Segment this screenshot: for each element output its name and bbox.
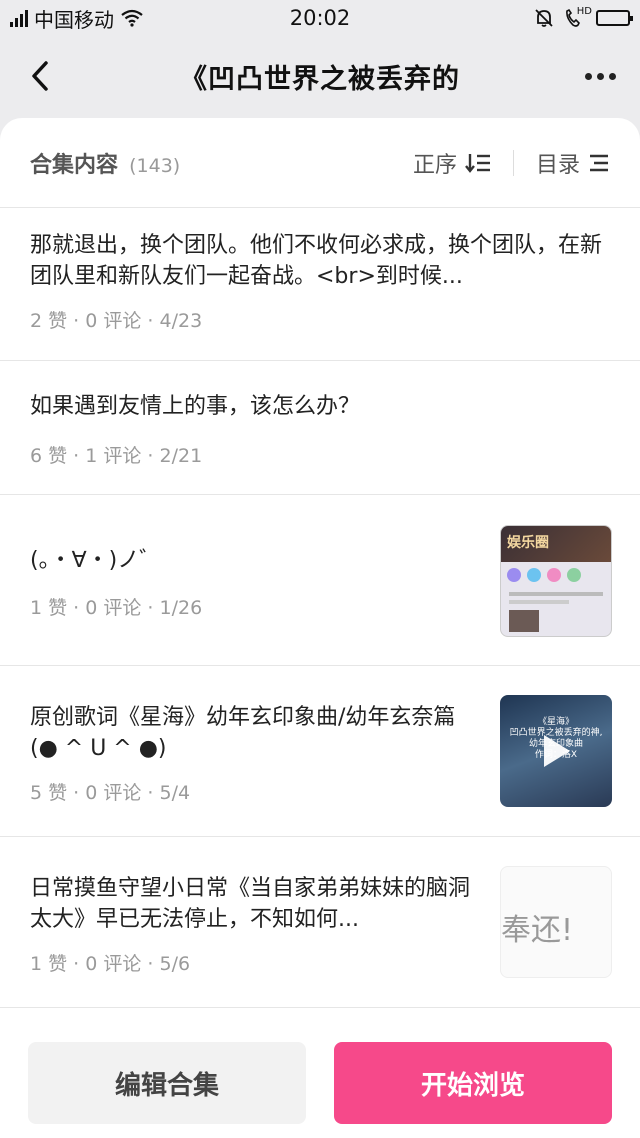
nav-bar: 《凹凸世界之被丢弃的 — [0, 36, 640, 116]
toc-label: 目录 — [535, 152, 580, 178]
item-meta: 5 赞 · 0 评论 · 5/4 — [30, 782, 191, 804]
item-text: 日常摸鱼守望小日常《当自家弟弟妹妹的脑洞太大》早已无法停止，不知如何... — [30, 876, 470, 932]
mute-bell-icon — [535, 9, 553, 27]
thumb-text: 奉还! — [501, 913, 574, 948]
list-item[interactable]: 日常摸鱼守望小日常《当自家弟弟妹妹的脑洞太大》早已无法停止，不知如何... 1 … — [0, 837, 640, 1008]
back-arrow-icon[interactable] — [22, 56, 58, 96]
collection-controls: 正序 目录 — [413, 147, 610, 179]
collection-title: 合集内容 — [30, 152, 119, 178]
collection-header: 合集内容 (143) 正序 目录 — [0, 118, 640, 208]
status-right: HD — [534, 6, 633, 28]
list-item[interactable]: (。・∀・)ノ゛ 1 赞 · 0 评论 · 1/26 娱乐圈 — [0, 495, 640, 666]
hd-call-icon: HD — [564, 6, 592, 28]
item-meta: 1 赞 · 0 评论 · 5/6 — [30, 953, 191, 975]
item-meta: 6 赞 · 1 评论 · 2/21 — [30, 445, 203, 467]
item-text: 如果遇到友情上的事，该怎么办？ — [30, 394, 361, 419]
start-browsing-button[interactable]: 开始浏览 — [334, 1042, 612, 1124]
item-thumbnail[interactable]: 娱乐圈 — [500, 525, 612, 637]
carrier-name: 中国移动 — [34, 7, 114, 32]
collection-count: (143) — [129, 154, 181, 177]
play-icon — [544, 735, 570, 767]
thumb-banner: 娱乐圈 — [501, 526, 611, 562]
sort-button[interactable]: 正序 — [413, 147, 491, 179]
status-bar: 中国移动 20:02 HD — [0, 0, 640, 36]
signal-strength-icon — [10, 9, 28, 27]
item-meta: 2 赞 · 0 评论 · 4/23 — [30, 310, 203, 332]
bottom-action-bar: 编辑合集 开始浏览 — [0, 1042, 640, 1124]
status-left: 中国移动 — [10, 4, 144, 33]
list-menu-icon — [590, 154, 608, 171]
more-dots-icon[interactable] — [580, 58, 620, 94]
list-item[interactable]: 那就退出，换个团队。他们不收何必求成，换个团队，在新团队里和新队友们一起奋战。<… — [0, 208, 640, 361]
item-text: 原创歌词《星海》幼年玄印象曲/幼年玄奈篇(● ^ U ^ ●) — [30, 705, 456, 761]
item-thumbnail[interactable]: 奉还! — [500, 866, 612, 978]
item-text: 那就退出，换个团队。他们不收何必求成，换个团队，在新团队里和新队友们一起奋战。<… — [30, 233, 603, 289]
collection-title-group: 合集内容 (143) — [30, 147, 180, 179]
video-thumbnail[interactable]: 《星海》 凹凸世界之被丢弃的神, 幼年玄印象曲 作词：洛X — [500, 695, 612, 807]
list-item[interactable]: 如果遇到友情上的事，该怎么办？ 6 赞 · 1 评论 · 2/21 — [0, 361, 640, 495]
sort-label: 正序 — [412, 152, 457, 178]
item-meta: 1 赞 · 0 评论 · 1/26 — [30, 597, 203, 619]
toc-button[interactable]: 目录 — [536, 147, 610, 179]
item-text: (。・∀・)ノ゛ — [30, 548, 162, 573]
controls-divider — [512, 149, 514, 176]
list-item[interactable]: 原创歌词《星海》幼年玄印象曲/幼年玄奈篇(● ^ U ^ ●) 5 赞 · 0 … — [0, 666, 640, 837]
battery-icon — [596, 10, 633, 26]
page-title: 《凹凸世界之被丢弃的 — [180, 63, 460, 95]
thumb-line: 《星海》 — [537, 717, 574, 727]
sort-order-icon — [465, 153, 490, 173]
collection-sheet: 合集内容 (143) 正序 目录 那就退出，换个团队。他们不收何必求成，换个团队… — [0, 118, 640, 1138]
hd-badge: HD — [576, 6, 592, 17]
wifi-icon — [121, 9, 143, 27]
edit-collection-button[interactable]: 编辑合集 — [28, 1042, 306, 1124]
